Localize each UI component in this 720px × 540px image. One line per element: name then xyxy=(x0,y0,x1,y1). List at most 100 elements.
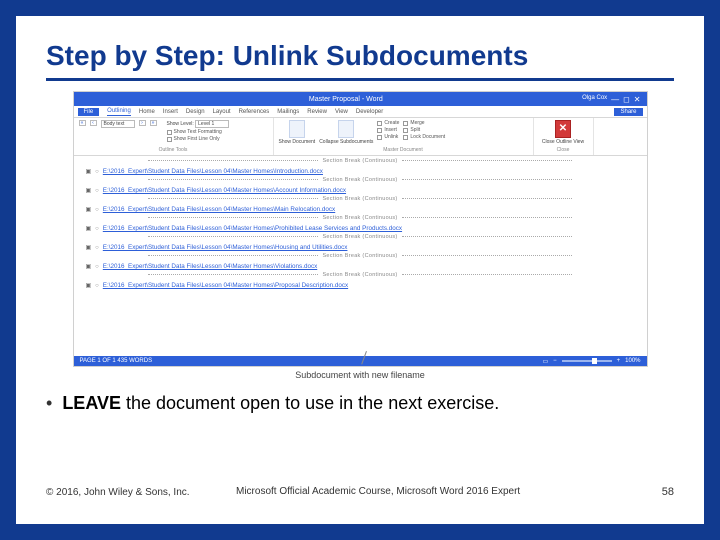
group-close: ✕Close Outline View Close xyxy=(534,118,594,155)
demote-bottom-icon[interactable]: » xyxy=(150,120,157,126)
sub-handle-icon[interactable]: ▣ xyxy=(86,207,92,213)
tab-references[interactable]: References xyxy=(239,109,270,115)
unlink-button[interactable]: Unlink xyxy=(384,134,398,140)
checkbox-icon[interactable] xyxy=(167,130,172,135)
insert-button[interactable]: Insert xyxy=(384,127,397,133)
status-left: PAGE 1 OF 1 435 WORDS xyxy=(80,358,153,364)
section-break: Section Break (Continuous) xyxy=(74,234,647,240)
lock-icon xyxy=(403,135,408,140)
bullet-icon: ○ xyxy=(95,226,99,232)
tab-home[interactable]: Home xyxy=(139,109,155,115)
window-close-icon[interactable]: ✕ xyxy=(634,95,641,104)
slide-body: Step by Step: Unlink Subdocuments Master… xyxy=(16,16,704,524)
window-title: Master Proposal - Word xyxy=(110,96,583,103)
title-rule xyxy=(46,78,674,81)
demote-icon[interactable]: › xyxy=(139,120,146,126)
bullet-icon: ○ xyxy=(95,188,99,194)
bullet-list: • LEAVE the document open to use in the … xyxy=(46,393,674,414)
zoom-thumb[interactable] xyxy=(592,358,597,364)
section-break: Section Break (Continuous) xyxy=(74,196,647,202)
sub-handle-icon[interactable]: ▣ xyxy=(86,188,92,194)
subdoc-link[interactable]: E:\2016_Expert\Student Data Files\Lesson… xyxy=(103,187,346,194)
bullet-icon: ○ xyxy=(95,169,99,175)
sub-handle-icon[interactable]: ▣ xyxy=(86,169,92,175)
word-titlebar: Master Proposal - Word Olga Cox — ◻ ✕ xyxy=(74,92,647,106)
window-minimize-icon[interactable]: — xyxy=(611,95,619,104)
tab-review[interactable]: Review xyxy=(307,109,327,115)
bullet-icon: ○ xyxy=(95,245,99,251)
tab-developer[interactable]: Developer xyxy=(356,109,383,115)
section-break: Section Break (Continuous) xyxy=(74,253,647,259)
promote-top-icon[interactable]: « xyxy=(79,120,86,126)
split-icon xyxy=(403,128,408,133)
subdoc-link[interactable]: E:\2016_Expert\Student Data Files\Lesson… xyxy=(103,282,348,289)
ribbon: « ‹ Body text › » Show Level xyxy=(74,118,647,156)
window-maximize-icon[interactable]: ◻ xyxy=(623,95,630,104)
subdoc-link[interactable]: E:\2016_Expert\Student Data Files\Lesson… xyxy=(103,168,323,175)
show-document-button[interactable]: Show Document xyxy=(279,120,316,145)
subdoc-link[interactable]: E:\2016_Expert\Student Data Files\Lesson… xyxy=(103,206,335,213)
promote-icon[interactable]: ‹ xyxy=(90,120,97,126)
zoom-value: 100% xyxy=(625,358,640,364)
split-button[interactable]: Split xyxy=(410,127,420,133)
sub-handle-icon[interactable]: ▣ xyxy=(86,283,92,289)
bullet-text: LEAVE the document open to use in the ne… xyxy=(62,393,499,414)
document-icon xyxy=(289,120,305,138)
group-label-outline: Outline Tools xyxy=(79,147,268,153)
section-break: Section Break (Continuous) xyxy=(74,215,647,221)
copyright: © 2016, John Wiley & Sons, Inc. xyxy=(46,487,190,498)
checkbox-icon[interactable] xyxy=(167,137,172,142)
close-outline-button[interactable]: ✕Close Outline View xyxy=(542,120,584,145)
group-outline-tools: « ‹ Body text › » Show Level xyxy=(74,118,274,155)
sub-handle-icon[interactable]: ▣ xyxy=(86,264,92,270)
user-name: Olga Cox xyxy=(582,95,607,104)
group-label-master: Master Document xyxy=(279,147,528,153)
group-label-close: Close xyxy=(539,147,588,153)
zoom-out-icon[interactable]: − xyxy=(553,358,557,364)
bullet-icon: ○ xyxy=(95,207,99,213)
tab-design[interactable]: Design xyxy=(186,109,205,115)
tab-view[interactable]: View xyxy=(335,109,348,115)
collapse-subdocs-button[interactable]: Collapse Subdocuments xyxy=(319,120,373,145)
section-break: Section Break (Continuous) xyxy=(74,177,647,183)
tab-layout[interactable]: Layout xyxy=(213,109,231,115)
callout: Subdocument with new filename xyxy=(46,371,674,383)
bullet-icon: ○ xyxy=(95,264,99,270)
share-button[interactable]: Share xyxy=(614,108,642,116)
sub-handle-icon[interactable]: ▣ xyxy=(86,245,92,251)
merge-icon xyxy=(403,121,408,126)
ribbon-tabs: File Outlining Home Insert Design Layout… xyxy=(74,106,647,118)
slide-frame: Step by Step: Unlink Subdocuments Master… xyxy=(0,0,720,540)
merge-button[interactable]: Merge xyxy=(410,120,424,126)
zoom-in-icon[interactable]: + xyxy=(617,358,621,364)
bullet-icon: ○ xyxy=(95,283,99,289)
section-break: Section Break (Continuous) xyxy=(74,272,647,278)
sub-handle-icon[interactable]: ▣ xyxy=(86,226,92,232)
subdoc-link[interactable]: E:\2016_Expert\Student Data Files\Lesson… xyxy=(103,263,317,270)
tab-insert[interactable]: Insert xyxy=(163,109,178,115)
word-screenshot: Master Proposal - Word Olga Cox — ◻ ✕ Fi… xyxy=(73,91,648,367)
subdoc-link[interactable]: E:\2016_Expert\Student Data Files\Lesson… xyxy=(103,244,348,251)
show-level-label: Show Level: xyxy=(167,121,194,127)
tab-mailings[interactable]: Mailings xyxy=(277,109,299,115)
view-icon[interactable]: ▭ xyxy=(542,358,548,365)
tab-outlining[interactable]: Outlining xyxy=(107,108,131,116)
show-text-formatting[interactable]: Show Text Formatting xyxy=(174,129,222,135)
lock-button[interactable]: Lock Document xyxy=(410,134,445,140)
group-master-document: Show Document Collapse Subdocuments Crea… xyxy=(274,118,534,155)
slide-footer: © 2016, John Wiley & Sons, Inc. Microsof… xyxy=(46,486,674,498)
close-icon: ✕ xyxy=(555,120,571,138)
show-level-select[interactable]: Level 1 xyxy=(195,120,229,128)
outline-level-select[interactable]: Body text xyxy=(101,120,135,128)
show-first-line[interactable]: Show First Line Only xyxy=(174,136,220,142)
create-button[interactable]: Create xyxy=(384,120,399,126)
collapse-icon xyxy=(338,120,354,138)
zoom-slider[interactable] xyxy=(562,360,612,362)
footer-course: Microsoft Official Academic Course, Micr… xyxy=(236,486,520,497)
insert-icon xyxy=(377,128,382,133)
promote-arrows: « xyxy=(79,120,86,126)
unlink-icon xyxy=(377,135,382,140)
file-tab[interactable]: File xyxy=(78,108,100,116)
create-icon xyxy=(377,121,382,126)
subdoc-link[interactable]: E:\2016_Expert\Student Data Files\Lesson… xyxy=(103,225,402,232)
